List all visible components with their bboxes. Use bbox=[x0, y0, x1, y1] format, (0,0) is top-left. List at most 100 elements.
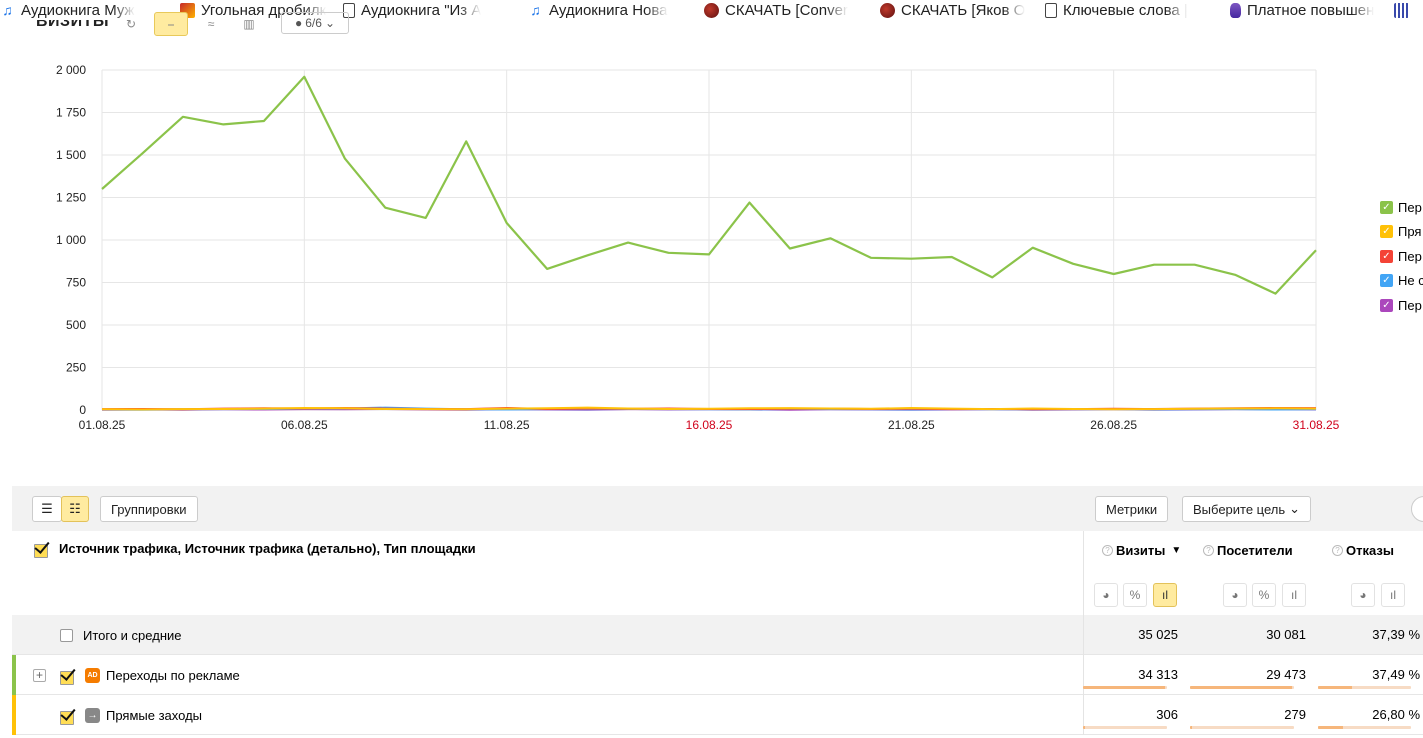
metric-header-label: Посетители bbox=[1217, 543, 1293, 558]
legend-item[interactable]: ✓ Не с bbox=[1380, 269, 1423, 294]
metric-header-visitors[interactable]: ? Посетители bbox=[1203, 543, 1293, 558]
bookmark-item[interactable]: Ключевые слова | bbox=[1045, 0, 1225, 20]
share-bar-fill bbox=[1190, 686, 1292, 689]
row-visits: 34 313 bbox=[1138, 667, 1178, 682]
bookmark-label: Ключевые слова | bbox=[1063, 1, 1188, 19]
x-tick-label: 06.08.25 bbox=[281, 418, 328, 432]
ad-badge-icon: AD bbox=[85, 667, 100, 683]
legend-checkbox-icon[interactable]: ✓ bbox=[1380, 200, 1393, 214]
bar-view-icon[interactable]: ıl bbox=[1282, 583, 1306, 607]
dimensions-header: Источник трафика, Источник трафика (дета… bbox=[34, 541, 476, 558]
row-color-marker bbox=[12, 655, 16, 695]
chevron-down-icon: ⌄ bbox=[1289, 501, 1301, 516]
share-bar-fill bbox=[1083, 686, 1165, 689]
legend-checkbox-icon[interactable]: ✓ bbox=[1380, 249, 1393, 263]
percent-view-icon[interactable]: % bbox=[1252, 583, 1276, 607]
table-row[interactable]: + AD Переходы по рекламе 34 313 29 473 37,49 … bbox=[12, 655, 1423, 695]
bookmark-label: Платное повышен bbox=[1247, 1, 1375, 19]
settings-round-button[interactable] bbox=[1411, 496, 1423, 522]
row-bounces: 26,80 % bbox=[1372, 707, 1420, 722]
total-checkbox[interactable] bbox=[60, 628, 73, 642]
legend-checkbox-icon[interactable]: ✓ bbox=[1380, 274, 1393, 288]
column-divider bbox=[1083, 655, 1084, 695]
pie-view-icon[interactable]: ◕ bbox=[1351, 583, 1375, 607]
direct-arrow-icon: → bbox=[85, 707, 100, 723]
table-header: Источник трафика, Источник трафика (дета… bbox=[12, 531, 1423, 615]
series-line bbox=[101, 406, 1317, 411]
y-tick-label: 0 bbox=[79, 403, 86, 417]
pie-view-icon[interactable]: ◕ bbox=[1223, 583, 1247, 607]
goal-select[interactable]: Выберите цель ⌄ bbox=[1182, 496, 1312, 522]
bookmark-item[interactable]: СКАЧАТЬ [Conver bbox=[704, 0, 874, 20]
column-divider bbox=[1083, 695, 1084, 735]
legend-item[interactable]: ✓ Пер bbox=[1380, 244, 1423, 269]
metric-header-label: Отказы bbox=[1346, 543, 1394, 558]
y-tick-label: 500 bbox=[66, 318, 86, 332]
comment-icon: ● bbox=[295, 16, 303, 30]
y-tick-label: 1 750 bbox=[56, 106, 86, 120]
share-bar bbox=[1083, 686, 1167, 689]
bookmark-item[interactable]: Платное повышен bbox=[1230, 0, 1390, 20]
hand-icon bbox=[1230, 2, 1241, 18]
bar-chart-icon[interactable]: ▥ bbox=[232, 12, 266, 36]
metric-header-bounces[interactable]: ? Отказы bbox=[1332, 543, 1394, 558]
tree-view-icon[interactable]: ☷ bbox=[61, 496, 89, 522]
bar-view-icon[interactable]: ıl bbox=[1153, 583, 1177, 607]
legend-item[interactable]: ✓ Пря bbox=[1380, 220, 1423, 245]
round-logo-icon bbox=[880, 2, 895, 18]
metrics-button[interactable]: Метрики bbox=[1095, 496, 1169, 522]
total-visits: 35 025 bbox=[1138, 627, 1178, 642]
bar-view-icon[interactable]: ıl bbox=[1381, 583, 1405, 607]
legend-item[interactable]: ✓ Пер bbox=[1380, 293, 1423, 318]
x-tick-label: 31.08.25 bbox=[1293, 418, 1340, 432]
help-icon[interactable]: ? bbox=[1102, 545, 1113, 556]
total-bounces: 37,39 % bbox=[1372, 627, 1420, 642]
share-bar-fill bbox=[1083, 726, 1085, 729]
headphones-icon: ♫ bbox=[530, 1, 541, 18]
refresh-icon[interactable]: ↻ bbox=[114, 12, 148, 36]
percent-view-icon[interactable]: % bbox=[1123, 583, 1147, 607]
expand-icon[interactable]: + bbox=[33, 669, 46, 682]
total-label-cell: Итого и средние bbox=[60, 615, 181, 655]
legend-label: Пер bbox=[1398, 248, 1422, 264]
legend-label: Пря bbox=[1398, 224, 1422, 240]
pie-view-icon[interactable]: ◕ bbox=[1094, 583, 1118, 607]
visits-chart: 0 250 500 750 1 000 1 250 1 500 1 750 2 000 01.08… bbox=[0, 40, 1380, 440]
legend-checkbox-icon[interactable]: ✓ bbox=[1380, 298, 1393, 312]
row-checkbox[interactable] bbox=[60, 708, 75, 725]
bookmark-item[interactable]: СКАЧАТЬ [Яков О bbox=[880, 0, 1040, 20]
series-select[interactable]: ● 6/6 ⌄ bbox=[281, 12, 349, 34]
chevron-down-icon: ⌄ bbox=[324, 16, 335, 30]
round-logo-icon bbox=[704, 2, 719, 18]
bookmark-label: Аудиокнига Нова bbox=[549, 1, 668, 19]
select-all-checkbox[interactable] bbox=[34, 541, 49, 558]
bookmark-item[interactable] bbox=[1394, 0, 1423, 20]
bookmark-item[interactable]: ♫ Аудиокнига Нова bbox=[528, 0, 698, 20]
x-tick-label: 01.08.25 bbox=[79, 418, 126, 432]
metric-header-visits[interactable]: ? Визиты ▼ bbox=[1102, 543, 1181, 558]
help-icon[interactable]: ? bbox=[1203, 545, 1214, 556]
legend-item[interactable]: ✓ Пер bbox=[1380, 195, 1423, 220]
row-color-marker bbox=[12, 695, 16, 735]
area-chart-icon[interactable]: ≈ bbox=[194, 12, 228, 36]
list-view-icon[interactable]: ☰ bbox=[32, 496, 62, 522]
legend-checkbox-icon[interactable]: ✓ bbox=[1380, 225, 1393, 239]
total-visitors: 30 081 bbox=[1266, 627, 1306, 642]
groupings-button[interactable]: Группировки bbox=[100, 496, 198, 522]
dimensions-header-label: Источник трафика, Источник трафика (дета… bbox=[59, 541, 476, 556]
goal-select-label: Выберите цель bbox=[1193, 501, 1286, 517]
x-tick-label: 26.08.25 bbox=[1090, 418, 1137, 432]
row-label-cell: → Прямые заходы bbox=[60, 695, 202, 735]
row-checkbox[interactable] bbox=[60, 668, 75, 685]
bookmark-label: СКАЧАТЬ [Яков О bbox=[901, 1, 1026, 19]
table-row[interactable]: → Прямые заходы 306 279 26,80 % bbox=[12, 695, 1423, 735]
row-bounces: 37,49 % bbox=[1372, 667, 1420, 682]
share-bar bbox=[1190, 726, 1294, 729]
y-tick-label: 1 500 bbox=[56, 148, 86, 162]
line-chart-icon[interactable]: ⎯ bbox=[154, 12, 188, 36]
row-label-cell: AD Переходы по рекламе bbox=[60, 655, 240, 695]
calendar-icon bbox=[1394, 2, 1409, 18]
legend-label: Не с bbox=[1398, 273, 1423, 289]
help-icon[interactable]: ? bbox=[1332, 545, 1343, 556]
share-bar bbox=[1083, 726, 1167, 729]
